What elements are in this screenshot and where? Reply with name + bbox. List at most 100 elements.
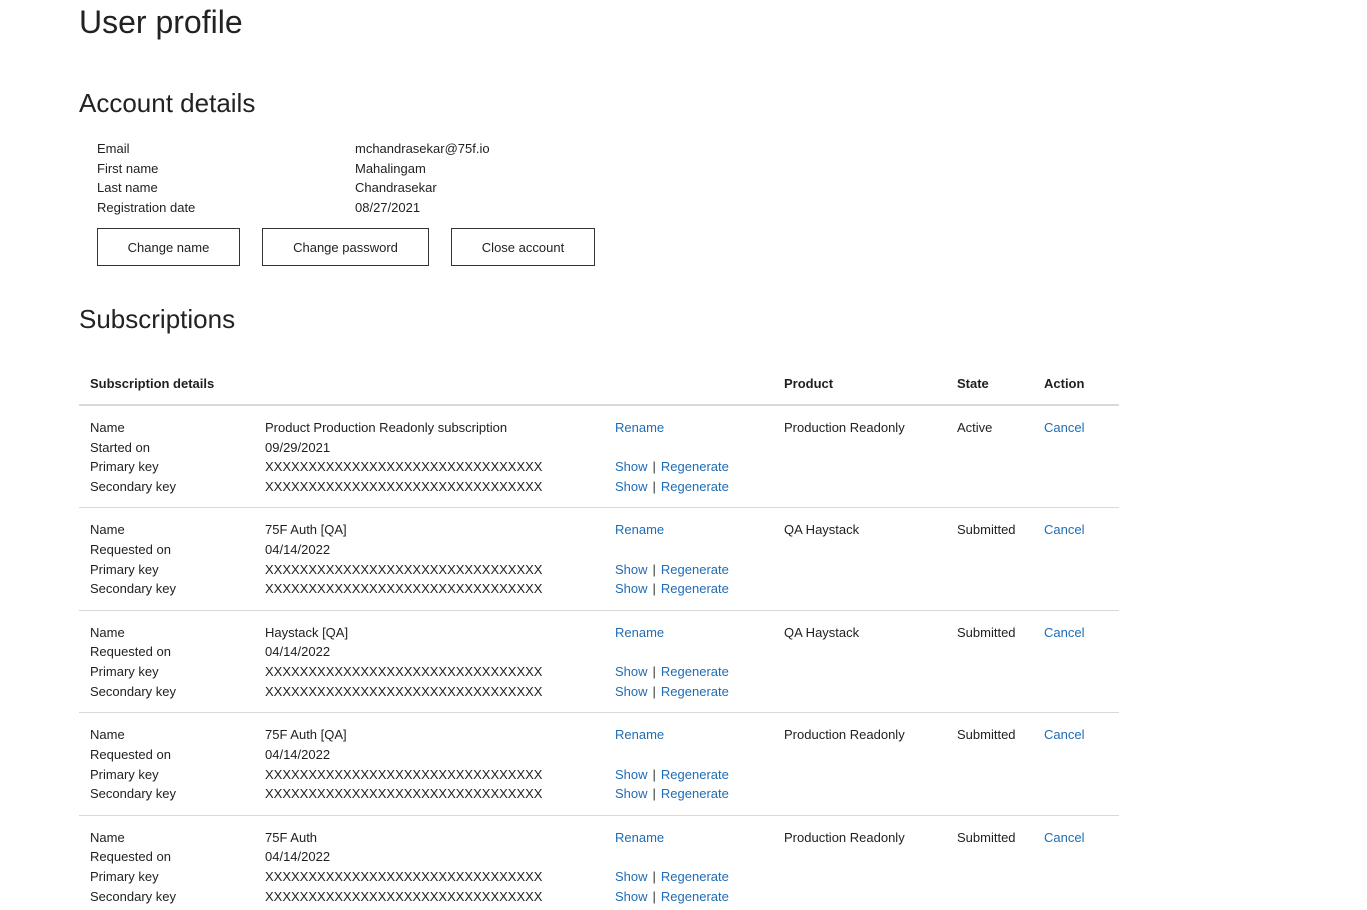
- label-secondary-key: Secondary key: [90, 581, 176, 597]
- secondary-key-value: XXXXXXXXXXXXXXXXXXXXXXXXXXXXXXXX: [265, 479, 543, 495]
- label-primary-key: Primary key: [90, 459, 159, 475]
- show-secondary-key-link[interactable]: Show: [615, 684, 648, 699]
- header-product: Product: [784, 376, 834, 391]
- cancel-subscription-link[interactable]: Cancel: [1044, 727, 1084, 742]
- regenerate-primary-key-link[interactable]: Regenerate: [661, 562, 729, 577]
- header-action: Action: [1044, 376, 1085, 391]
- label-date: Started on: [90, 439, 150, 455]
- secondary-key-value: XXXXXXXXXXXXXXXXXXXXXXXXXXXXXXXX: [265, 888, 543, 904]
- label-date: Requested on: [90, 644, 171, 660]
- detail-secondary-key-line: Secondary key XXXXXXXXXXXXXXXXXXXXXXXXXX…: [90, 477, 784, 497]
- table-row: Name Haystack [QA] Rename Requested on 0…: [79, 611, 1119, 714]
- subscription-date: 04/14/2022: [265, 644, 331, 660]
- regenerate-secondary-key-link[interactable]: Regenerate: [661, 684, 729, 699]
- subscriptions-table: Subscription details Product State Actio…: [79, 364, 1119, 910]
- account-label: Registration date: [97, 200, 196, 216]
- regenerate-secondary-key-link[interactable]: Regenerate: [661, 581, 729, 596]
- subscription-product: QA Haystack: [784, 522, 860, 538]
- header-state: State: [957, 376, 989, 391]
- cancel-subscription-link[interactable]: Cancel: [1044, 522, 1084, 537]
- account-details: Email mchandrasekar@75f.io First name Ma…: [97, 139, 597, 218]
- subscription-product: Production Readonly: [784, 829, 905, 845]
- subscription-action: Cancel: [1044, 725, 1119, 814]
- detail-name-line: Name 75F Auth Rename: [90, 828, 784, 848]
- detail-date-line: Requested on 04/14/2022: [90, 847, 784, 867]
- table-body: Name Product Production Readonly subscri…: [79, 406, 1119, 910]
- link-separator: |: [652, 786, 656, 802]
- label-name: Name: [90, 420, 125, 435]
- subscription-date: 04/14/2022: [265, 542, 331, 558]
- subscription-name: 75F Auth [QA]: [265, 727, 347, 743]
- detail-secondary-key-line: Secondary key XXXXXXXXXXXXXXXXXXXXXXXXXX…: [90, 887, 784, 907]
- table-header: Subscription details Product State Actio…: [79, 364, 1119, 406]
- link-separator: |: [652, 561, 656, 577]
- rename-link[interactable]: Rename: [615, 727, 664, 742]
- subscription-name: 75F Auth [QA]: [265, 522, 347, 538]
- account-details-title: Account details: [79, 88, 256, 118]
- subscription-product: QA Haystack: [784, 624, 860, 640]
- secondary-key-value: XXXXXXXXXXXXXXXXXXXXXXXXXXXXXXXX: [265, 581, 543, 597]
- account-row-first-name: First name Mahalingam: [97, 159, 597, 179]
- account-actions: Change name Change password Close accoun…: [97, 228, 617, 266]
- link-separator: |: [652, 683, 656, 699]
- account-row-registration-date: Registration date 08/27/2021: [97, 198, 597, 218]
- rename-link[interactable]: Rename: [615, 625, 664, 640]
- show-primary-key-link[interactable]: Show: [615, 869, 648, 884]
- subscription-state: Submitted: [957, 829, 1016, 845]
- primary-key-value: XXXXXXXXXXXXXXXXXXXXXXXXXXXXXXXX: [265, 664, 543, 680]
- change-name-button[interactable]: Change name: [97, 228, 240, 266]
- label-name: Name: [90, 522, 125, 538]
- change-password-button[interactable]: Change password: [262, 228, 429, 266]
- account-label: Email: [97, 141, 130, 156]
- label-secondary-key: Secondary key: [90, 683, 176, 699]
- show-secondary-key-link[interactable]: Show: [615, 889, 648, 904]
- detail-primary-key-line: Primary key XXXXXXXXXXXXXXXXXXXXXXXXXXXX…: [90, 765, 784, 785]
- subscription-details: Name 75F Auth [QA] Rename Requested on 0…: [79, 725, 784, 814]
- subscription-action: Cancel: [1044, 418, 1119, 507]
- label-date: Requested on: [90, 746, 171, 762]
- account-row-email: Email mchandrasekar@75f.io: [97, 139, 597, 159]
- regenerate-secondary-key-link[interactable]: Regenerate: [661, 479, 729, 494]
- regenerate-secondary-key-link[interactable]: Regenerate: [661, 786, 729, 801]
- detail-primary-key-line: Primary key XXXXXXXXXXXXXXXXXXXXXXXXXXXX…: [90, 662, 784, 682]
- regenerate-primary-key-link[interactable]: Regenerate: [661, 459, 729, 474]
- regenerate-primary-key-link[interactable]: Regenerate: [661, 869, 729, 884]
- subscription-details: Name Haystack [QA] Rename Requested on 0…: [79, 623, 784, 712]
- show-secondary-key-link[interactable]: Show: [615, 786, 648, 801]
- table-row: Name Product Production Readonly subscri…: [79, 406, 1119, 509]
- detail-primary-key-line: Primary key XXXXXXXXXXXXXXXXXXXXXXXXXXXX…: [90, 867, 784, 887]
- header-subscription-details: Subscription details: [90, 376, 215, 391]
- label-primary-key: Primary key: [90, 766, 159, 782]
- subscription-date: 04/14/2022: [265, 746, 331, 762]
- regenerate-secondary-key-link[interactable]: Regenerate: [661, 889, 729, 904]
- show-primary-key-link[interactable]: Show: [615, 664, 648, 679]
- show-primary-key-link[interactable]: Show: [615, 459, 648, 474]
- show-primary-key-link[interactable]: Show: [615, 767, 648, 782]
- detail-name-line: Name 75F Auth [QA] Rename: [90, 520, 784, 540]
- rename-link[interactable]: Rename: [615, 522, 664, 537]
- link-separator: |: [652, 459, 656, 475]
- show-primary-key-link[interactable]: Show: [615, 562, 648, 577]
- subscription-details: Name 75F Auth Rename Requested on 04/14/…: [79, 828, 784, 910]
- regenerate-primary-key-link[interactable]: Regenerate: [661, 767, 729, 782]
- regenerate-primary-key-link[interactable]: Regenerate: [661, 664, 729, 679]
- subscription-action: Cancel: [1044, 828, 1119, 910]
- cancel-subscription-link[interactable]: Cancel: [1044, 420, 1084, 435]
- account-value: 08/27/2021: [355, 200, 421, 216]
- link-separator: |: [652, 479, 656, 495]
- show-secondary-key-link[interactable]: Show: [615, 479, 648, 494]
- label-primary-key: Primary key: [90, 664, 159, 680]
- cancel-subscription-link[interactable]: Cancel: [1044, 830, 1084, 845]
- show-secondary-key-link[interactable]: Show: [615, 581, 648, 596]
- close-account-button[interactable]: Close account: [451, 228, 595, 266]
- detail-secondary-key-line: Secondary key XXXXXXXXXXXXXXXXXXXXXXXXXX…: [90, 579, 784, 599]
- label-primary-key: Primary key: [90, 868, 159, 884]
- account-label: First name: [97, 160, 159, 176]
- detail-secondary-key-line: Secondary key XXXXXXXXXXXXXXXXXXXXXXXXXX…: [90, 682, 784, 702]
- table-row: Name 75F Auth [QA] Rename Requested on 0…: [79, 713, 1119, 816]
- cancel-subscription-link[interactable]: Cancel: [1044, 625, 1084, 640]
- link-separator: |: [652, 888, 656, 904]
- account-row-last-name: Last name Chandrasekar: [97, 178, 597, 198]
- rename-link[interactable]: Rename: [615, 420, 664, 435]
- rename-link[interactable]: Rename: [615, 830, 664, 845]
